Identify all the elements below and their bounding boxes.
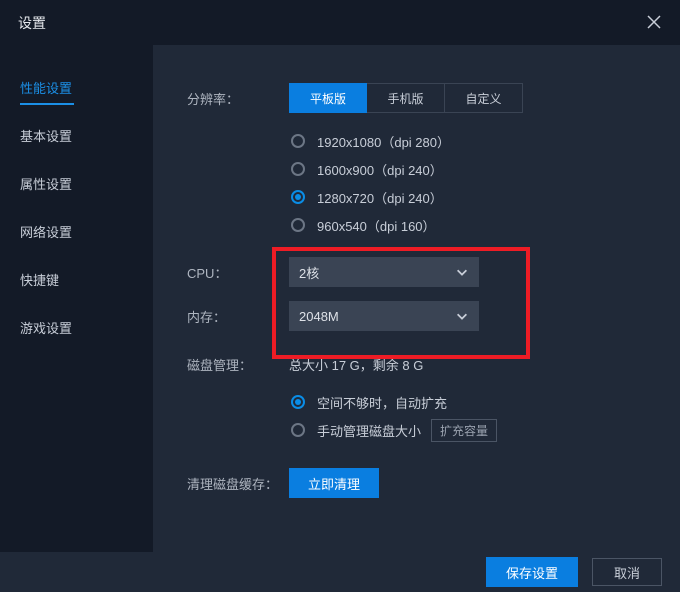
cancel-button[interactable]: 取消 <box>592 558 662 586</box>
close-icon <box>646 14 662 30</box>
footer: 保存设置 取消 <box>0 552 680 592</box>
chevron-down-icon <box>455 265 469 279</box>
sidebar-item-performance[interactable]: 性能设置 <box>0 63 153 111</box>
radio-icon <box>291 190 305 204</box>
window-title: 设置 <box>18 13 46 33</box>
label-disk: 磁盘管理： <box>187 349 289 374</box>
expand-capacity-button[interactable]: 扩充容量 <box>431 419 497 442</box>
resolution-option-960[interactable]: 960x540（dpi 160） <box>291 211 650 239</box>
chevron-down-icon <box>455 309 469 323</box>
titlebar: 设置 <box>0 0 680 45</box>
resolution-tabs: 平板版 手机版 自定义 <box>289 83 650 113</box>
radio-icon <box>291 134 305 148</box>
clean-now-button[interactable]: 立即清理 <box>289 468 379 498</box>
memory-select[interactable]: 2048M <box>289 301 479 331</box>
sidebar-item-basic[interactable]: 基本设置 <box>0 111 153 159</box>
sidebar-item-shortcut[interactable]: 快捷键 <box>0 255 153 303</box>
disk-summary: 总大小 17 G，剩余 8 G <box>289 355 650 374</box>
label-memory: 内存： <box>187 301 289 326</box>
radio-icon <box>291 162 305 176</box>
save-button[interactable]: 保存设置 <box>486 557 578 587</box>
tab-tablet[interactable]: 平板版 <box>289 83 367 113</box>
content: 分辨率： 平板版 手机版 自定义 1920x1080（dpi 280） 1600… <box>153 45 680 552</box>
radio-icon <box>291 395 305 409</box>
tab-phone[interactable]: 手机版 <box>367 83 445 113</box>
label-resolution: 分辨率： <box>187 83 289 108</box>
sidebar-item-game[interactable]: 游戏设置 <box>0 303 153 351</box>
resolution-option-1600[interactable]: 1600x900（dpi 240） <box>291 155 650 183</box>
sidebar-item-property[interactable]: 属性设置 <box>0 159 153 207</box>
tab-custom[interactable]: 自定义 <box>445 83 523 113</box>
sidebar-item-network[interactable]: 网络设置 <box>0 207 153 255</box>
radio-icon <box>291 423 305 437</box>
cpu-value: 2核 <box>299 263 319 282</box>
resolution-option-1280[interactable]: 1280x720（dpi 240） <box>291 183 650 211</box>
label-clean: 清理磁盘缓存： <box>187 468 289 493</box>
resolution-option-1920[interactable]: 1920x1080（dpi 280） <box>291 127 650 155</box>
sidebar: 性能设置 基本设置 属性设置 网络设置 快捷键 游戏设置 <box>0 45 153 552</box>
label-cpu: CPU： <box>187 257 289 282</box>
disk-option-manual[interactable]: 手动管理磁盘大小扩充容量 <box>291 416 650 444</box>
resolution-options: 1920x1080（dpi 280） 1600x900（dpi 240） 128… <box>289 127 650 239</box>
disk-option-auto[interactable]: 空间不够时，自动扩充 <box>291 388 650 416</box>
memory-value: 2048M <box>299 309 339 324</box>
cpu-select[interactable]: 2核 <box>289 257 479 287</box>
close-button[interactable] <box>642 10 666 34</box>
radio-icon <box>291 218 305 232</box>
